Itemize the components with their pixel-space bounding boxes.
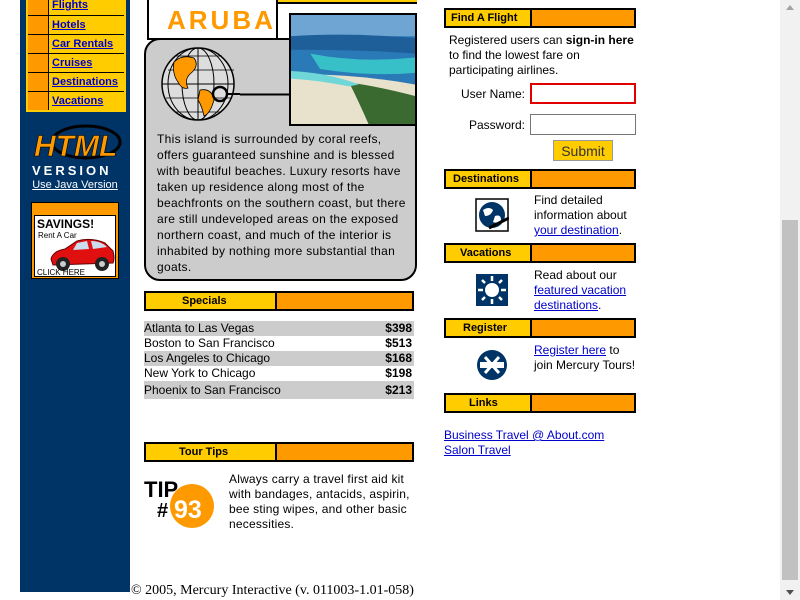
submit-button[interactable]: Submit [553, 140, 613, 161]
password-label: Password: [468, 118, 525, 132]
nav-row-destinations: Destinations [28, 72, 124, 91]
sun-icon [476, 274, 508, 306]
nav-row-hotels: Hotels [28, 15, 124, 34]
register-here-link[interactable]: Register here [534, 343, 606, 357]
username-label: User Name: [460, 87, 525, 101]
main-nav: Flights Hotels Car Rentals Cruises Desti… [26, 0, 126, 112]
feature-title: ARUBA [167, 5, 276, 35]
salon-travel-link[interactable]: Salon Travel [444, 443, 511, 457]
register-header: Register [444, 318, 636, 338]
find-flight-heading: Find A Flight [446, 10, 532, 26]
tour-tips-header: Tour Tips [144, 442, 414, 462]
nav-link-car-rentals[interactable]: Car Rentals [52, 38, 113, 50]
nav-row-cruises: Cruises [28, 53, 124, 72]
feature-description: This island is surrounded by coral reefs… [157, 132, 406, 274]
register-text: Register here to join Mercury Tours! [534, 343, 636, 372]
globe-icon [161, 47, 240, 121]
ad-cta: CLICK HERE [37, 268, 86, 277]
specials-table: Atlanta to Las Vegas $398 Boston to San … [144, 321, 414, 399]
table-row: Boston to San Francisco $513 [144, 336, 414, 351]
special-route: Boston to San Francisco [144, 336, 275, 350]
specials-header: Specials [144, 291, 414, 311]
nav-row-car-rentals: Car Rentals [28, 34, 124, 53]
special-route: Los Angeles to Chicago [144, 351, 271, 365]
scroll-thumb[interactable] [782, 220, 798, 580]
special-route: Atlanta to Las Vegas [144, 321, 255, 335]
specials-heading: Specials [146, 293, 277, 309]
nav-bullet [28, 92, 49, 110]
nav-link-hotels[interactable]: Hotels [52, 19, 86, 31]
about-business-travel-link[interactable]: Business Travel @ About.com [444, 428, 604, 442]
your-destination-link[interactable]: your destination [534, 223, 619, 237]
vacations-heading: Vacations [446, 245, 532, 261]
special-price: $168 [385, 351, 412, 365]
table-row: Phoenix to San Francisco $213 [144, 381, 414, 399]
nav-link-destinations[interactable]: Destinations [52, 76, 118, 88]
special-price: $213 [385, 383, 412, 397]
tip-number: 93 [174, 496, 202, 524]
sign-in-here-text: sign-in here [565, 33, 634, 47]
aruba-beach-photo [289, 13, 417, 126]
html-version-logo: HTML VERSION [32, 124, 122, 178]
links-header: Links [444, 393, 636, 413]
vacations-text: Read about our featured vacation destina… [534, 268, 627, 312]
special-price: $398 [385, 321, 412, 335]
feature-title-banner: ARUBA [147, 0, 278, 40]
table-row: Los Angeles to Chicago $168 [144, 351, 414, 366]
destinations-header: Destinations [444, 169, 636, 189]
feature-top-bar [278, 0, 417, 4]
nav-bullet [28, 0, 49, 15]
tour-tip-text: Always carry a travel first aid kit with… [229, 472, 410, 531]
destinations-heading: Destinations [446, 171, 532, 187]
vertical-scrollbar[interactable] [780, 0, 800, 600]
copyright-footer: © 2005, Mercury Interactive (v. 011003-1… [131, 583, 414, 598]
nav-link-cruises[interactable]: Cruises [52, 57, 92, 69]
table-row: Atlanta to Las Vegas $398 [144, 321, 414, 336]
nav-bullet [28, 16, 49, 34]
external-links: Business Travel @ About.com Salon Travel [444, 428, 604, 458]
sign-in-intro: Registered users can sign-in here to fin… [449, 33, 634, 77]
scroll-down-arrow-icon[interactable] [786, 590, 794, 595]
special-route: New York to Chicago [144, 366, 256, 380]
password-input[interactable] [530, 114, 636, 135]
red-car-icon [50, 238, 115, 271]
tour-tips-heading: Tour Tips [146, 444, 277, 460]
nav-row-vacations: Vacations [28, 91, 124, 110]
destinations-text: Find detailed information about your des… [534, 193, 627, 237]
table-row: New York to Chicago $198 [144, 366, 414, 381]
links-heading: Links [446, 395, 532, 411]
nav-bullet [28, 35, 49, 53]
find-flight-header: Find A Flight [444, 8, 636, 28]
special-price: $513 [385, 336, 412, 350]
globe-destination-icon [475, 198, 509, 232]
scroll-up-arrow-icon[interactable] [786, 5, 794, 10]
username-input[interactable] [530, 83, 636, 104]
nav-bullet [28, 73, 49, 91]
nav-bullet [28, 54, 49, 72]
use-java-version-link[interactable]: Use Java Version [32, 179, 118, 191]
nav-row-flights: Flights [28, 0, 124, 15]
logo-line2: VERSION [32, 163, 112, 178]
featured-vacation-link[interactable]: featured vacation destinations [534, 283, 626, 312]
special-price: $198 [385, 366, 412, 380]
car-rental-ad[interactable]: SAVINGS! Rent A Car CLICK HERE [31, 202, 119, 279]
nav-link-vacations[interactable]: Vacations [52, 95, 103, 107]
register-heading: Register [446, 320, 532, 336]
tip-hash: # [157, 500, 168, 522]
ad-headline: SAVINGS! [37, 217, 95, 231]
nav-link-flights[interactable]: Flights [52, 0, 88, 11]
globe-pointer-line [240, 93, 290, 96]
vacations-header: Vacations [444, 243, 636, 263]
logo-line1: HTML [34, 130, 117, 163]
register-x-icon [477, 350, 507, 380]
special-route: Phoenix to San Francisco [144, 383, 281, 397]
tip-number-badge: TIP # 93 [144, 477, 214, 528]
